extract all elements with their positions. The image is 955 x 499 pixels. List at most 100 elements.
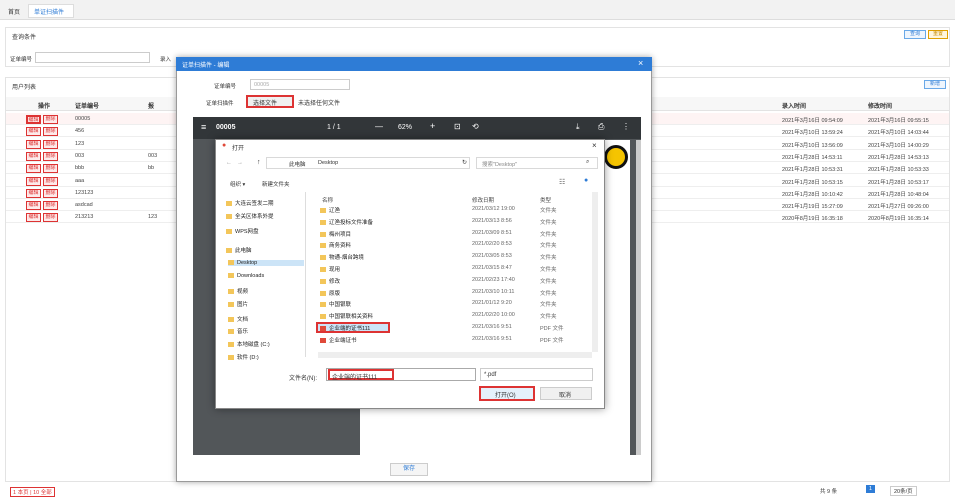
folder-icon: [228, 342, 234, 348]
folder-icon: [228, 355, 234, 361]
delete-button[interactable]: 删除: [43, 164, 58, 174]
nav-item[interactable]: 全关区体系外提: [226, 212, 274, 220]
edit-button[interactable]: 编辑: [26, 151, 41, 161]
file-row[interactable]: 辽渔: [320, 206, 340, 214]
path-this-pc[interactable]: 此电脑: [289, 160, 306, 168]
file-type: 文件夹: [540, 302, 557, 309]
edit-dialog-title: 证单扫描件 - 编辑: [182, 63, 230, 69]
delete-button[interactable]: 删除: [43, 115, 58, 124]
new-folder-button[interactable]: 新建文件夹: [262, 180, 290, 188]
menu-icon[interactable]: ≡: [201, 122, 206, 132]
more-icon[interactable]: ⋮: [622, 122, 630, 131]
edit-button[interactable]: 编辑: [26, 164, 41, 174]
file-row[interactable]: 企业端的证书111: [320, 324, 370, 332]
nav-item[interactable]: 软件 (D:): [228, 353, 259, 361]
delete-button[interactable]: 删除: [43, 151, 58, 161]
nav-item[interactable]: 此电脑: [226, 246, 252, 254]
file-type: 文件夹: [540, 267, 557, 273]
reset-button[interactable]: 重置: [928, 30, 948, 39]
nav-item[interactable]: 文档: [228, 315, 248, 323]
query-title: 查询条件: [12, 35, 37, 41]
nav-item[interactable]: 视频: [228, 287, 248, 295]
zoom-out-icon[interactable]: —: [375, 122, 383, 131]
file-row[interactable]: 商务资料: [320, 241, 351, 249]
folder-icon: [320, 231, 326, 237]
file-type: 文件夹: [540, 231, 557, 238]
refresh-icon[interactable]: ↻: [462, 159, 467, 166]
row-mod-time: 2021年3月10日 14:00:29: [868, 142, 929, 149]
dialog-file-label: 证单扫描件: [206, 101, 234, 107]
edit-button[interactable]: 编辑: [26, 201, 41, 211]
delete-button[interactable]: 删除: [43, 139, 58, 149]
up-icon[interactable]: ↑: [257, 159, 261, 166]
file-type: 文件夹: [540, 255, 557, 262]
row-mod-time: 2020年8月19日 16:35:14: [868, 216, 929, 223]
close-icon[interactable]: ×: [638, 58, 643, 68]
back-icon[interactable]: ←: [226, 160, 232, 166]
footer-left[interactable]: 1 本页 | 10 全部: [10, 487, 55, 497]
col-name[interactable]: 名称: [322, 196, 333, 204]
edit-button[interactable]: 编辑: [26, 127, 41, 137]
col-type[interactable]: 类型: [540, 196, 551, 204]
search-icon[interactable]: ⌕: [586, 159, 589, 166]
page-number[interactable]: 1: [866, 485, 876, 493]
zoom-in-icon[interactable]: +: [430, 121, 435, 131]
col-date[interactable]: 修改日期: [472, 196, 494, 204]
print-icon[interactable]: ⎙: [598, 122, 604, 132]
row-mod-time: 2021年3月10日 14:03:44: [868, 130, 929, 137]
help-icon[interactable]: ●: [584, 177, 588, 184]
col-mod-time: 修改时间: [868, 104, 893, 110]
col-3: 报: [148, 104, 155, 110]
edit-button[interactable]: 编辑: [26, 213, 41, 223]
filter-select[interactable]: [480, 368, 593, 381]
view-icon[interactable]: ☷: [559, 178, 565, 186]
nav-item[interactable]: WPS网盘: [226, 227, 259, 235]
organize-button[interactable]: 组织 ▾: [230, 180, 245, 188]
file-row[interactable]: 企业端证书: [320, 336, 357, 344]
file-row[interactable]: 中国银联: [320, 300, 351, 308]
fit-icon[interactable]: ⊡: [454, 122, 461, 131]
nav-item[interactable]: Desktop: [228, 260, 304, 266]
hscrollbar[interactable]: [318, 352, 592, 358]
file-scrollbar[interactable]: [592, 192, 598, 352]
query-button[interactable]: 查询: [904, 30, 926, 39]
delete-button[interactable]: 删除: [43, 127, 58, 137]
edit-button[interactable]: 编辑: [26, 139, 41, 149]
path-desktop[interactable]: Desktop: [318, 160, 338, 166]
file-row[interactable]: 现用: [320, 265, 340, 273]
file-date: 2021/02/20 10:00: [472, 312, 515, 319]
file-name: 梅州项目: [329, 231, 352, 238]
nav-item[interactable]: 图片: [228, 300, 248, 308]
tab-home[interactable]: 首页: [8, 7, 20, 16]
file-row[interactable]: 梅州项目: [320, 230, 351, 238]
nav-item[interactable]: 大连云签发二期: [226, 199, 274, 207]
save-button[interactable]: 保存: [390, 463, 428, 476]
delete-button[interactable]: 删除: [43, 188, 58, 198]
file-row[interactable]: 物通-烟台跨境: [320, 253, 364, 261]
file-row[interactable]: 辽渔投标文件准备: [320, 218, 373, 226]
nav-item[interactable]: Downloads: [228, 273, 264, 279]
add-button[interactable]: 新增: [924, 80, 946, 89]
forward-icon[interactable]: →: [237, 160, 243, 166]
delete-button[interactable]: 删除: [43, 213, 58, 223]
file-row[interactable]: 修改: [320, 277, 340, 285]
nav-item[interactable]: 音乐: [228, 327, 248, 335]
nav-item-label: Downloads: [237, 273, 265, 279]
scrollbar[interactable]: [636, 140, 641, 455]
edit-button[interactable]: 编辑: [26, 115, 41, 124]
per-page-select[interactable]: 20条/页: [890, 486, 917, 496]
file-row[interactable]: 中国银联相关资料: [320, 312, 373, 320]
file-dialog-close-icon[interactable]: ×: [592, 141, 597, 150]
download-icon[interactable]: ⤓: [576, 122, 580, 132]
edit-button[interactable]: 编辑: [26, 188, 41, 198]
edit-button[interactable]: 编辑: [26, 176, 41, 186]
nav-item[interactable]: 本地磁盘 (C:): [228, 340, 270, 348]
doc-no-input[interactable]: [35, 52, 150, 63]
folder-icon: [228, 329, 234, 335]
delete-button[interactable]: 删除: [43, 176, 58, 186]
pdf-zoom: 62%: [398, 124, 413, 131]
file-row[interactable]: 原版: [320, 289, 340, 297]
rotate-icon[interactable]: ⟲: [472, 122, 479, 131]
folder-icon: [228, 317, 234, 323]
delete-button[interactable]: 删除: [43, 201, 58, 211]
